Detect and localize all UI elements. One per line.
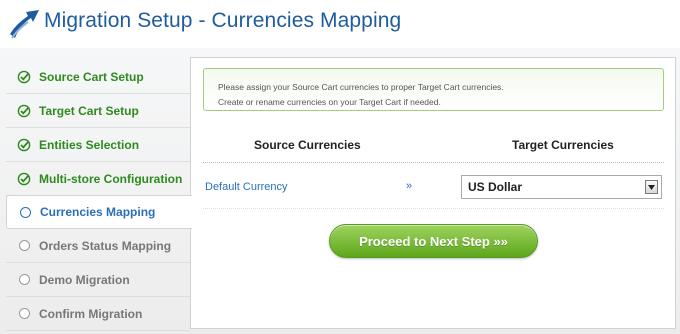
- step-label: Currencies Mapping: [40, 205, 156, 219]
- target-currencies-header: Target Currencies: [512, 138, 614, 152]
- circle-icon: [17, 307, 31, 321]
- check-circle-icon: [17, 70, 31, 84]
- circle-icon: [17, 273, 31, 287]
- step-entities-selection[interactable]: Entities Selection: [6, 128, 190, 162]
- step-label: Source Cart Setup: [39, 69, 144, 84]
- header: Migration Setup - Currencies Mapping: [0, 0, 680, 48]
- step-label: Multi-store Configuration: [39, 171, 183, 186]
- step-label: Target Cart Setup: [39, 103, 139, 118]
- source-currencies-header: Source Currencies: [254, 138, 361, 152]
- chevron-down-icon[interactable]: [645, 180, 658, 194]
- check-circle-icon: [17, 104, 31, 118]
- page-title: Migration Setup - Currencies Mapping: [44, 9, 402, 32]
- step-target-cart-setup[interactable]: Target Cart Setup: [6, 94, 190, 128]
- steps-sidebar: Source Cart Setup Target Cart Setup Enti…: [6, 60, 192, 331]
- step-source-cart-setup[interactable]: Source Cart Setup: [6, 60, 190, 94]
- step-currencies-mapping[interactable]: Currencies Mapping: [6, 195, 192, 229]
- step-label: Entities Selection: [39, 137, 140, 152]
- mapping-arrow: »: [406, 180, 413, 192]
- source-currency-label: Default Currency: [205, 181, 288, 193]
- step-orders-status-mapping[interactable]: Orders Status Mapping: [6, 229, 190, 263]
- step-label: Demo Migration: [39, 272, 130, 287]
- proceed-button[interactable]: Proceed to Next Step »»: [329, 224, 538, 258]
- check-circle-icon: [17, 138, 31, 152]
- notice-line-1: Please assign your Source Cart currencie…: [218, 82, 504, 92]
- step-demo-migration[interactable]: Demo Migration: [6, 263, 190, 297]
- migration-arrow-logo: [10, 10, 39, 39]
- circle-icon: [18, 205, 32, 219]
- divider: [203, 162, 664, 163]
- step-multi-store-configuration[interactable]: Multi-store Configuration: [6, 162, 190, 196]
- circle-icon: [17, 239, 31, 253]
- step-confirm-migration[interactable]: Confirm Migration: [6, 297, 190, 331]
- divider: [203, 208, 664, 209]
- notice-line-2: Create or rename currencies on your Targ…: [218, 97, 441, 107]
- target-currency-select[interactable]: US Dollar: [461, 175, 662, 199]
- step-label: Orders Status Mapping: [39, 238, 172, 253]
- main-panel: Please assign your Source Cart currencie…: [190, 57, 676, 329]
- selected-currency: US Dollar: [468, 180, 523, 194]
- step-label: Confirm Migration: [39, 306, 143, 321]
- info-notice: Please assign your Source Cart currencie…: [203, 68, 664, 111]
- check-circle-icon: [17, 172, 31, 186]
